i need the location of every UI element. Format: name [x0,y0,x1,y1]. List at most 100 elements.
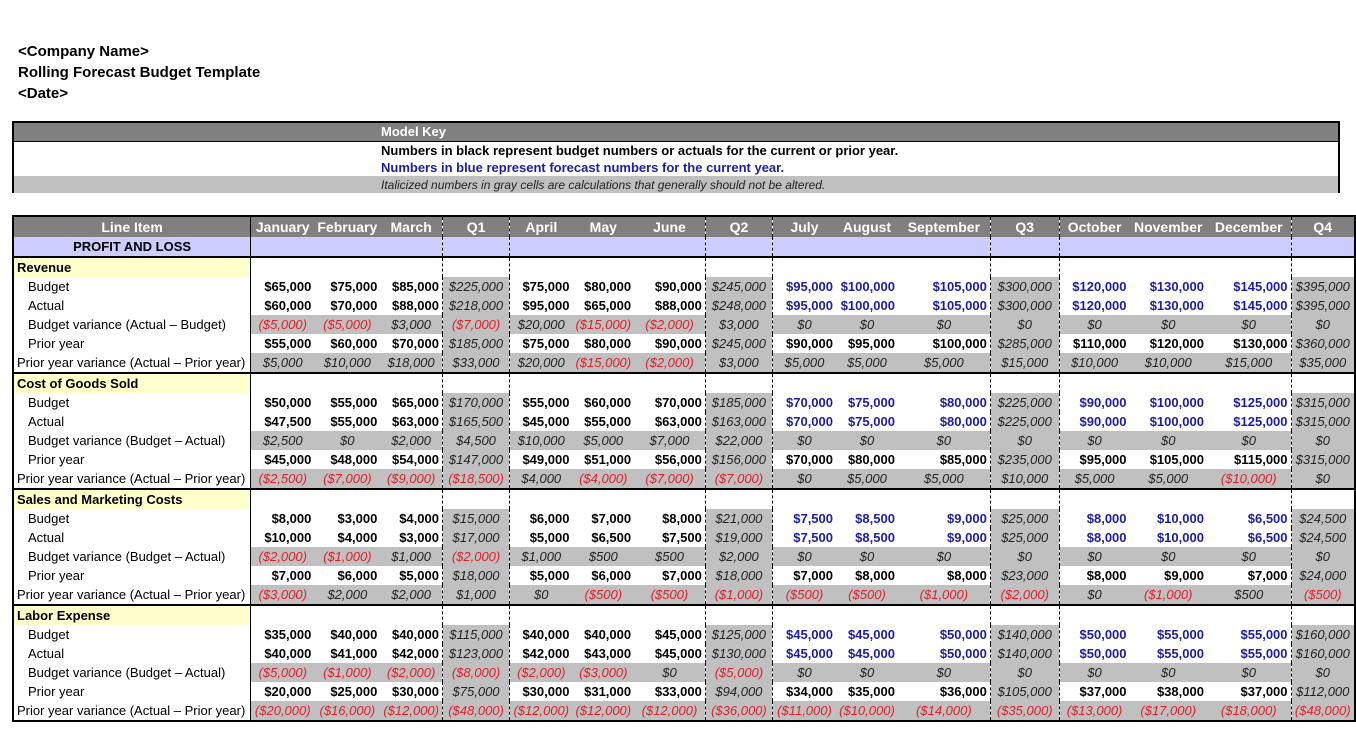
cell[interactable] [380,256,443,277]
value-cell[interactable]: $130,000 [704,644,773,663]
value-cell[interactable]: $0 [836,547,898,566]
value-cell[interactable]: $7,000 [251,566,315,585]
cell[interactable] [1206,488,1292,509]
value-cell[interactable]: $95,000 [836,334,898,353]
cell[interactable] [509,604,573,625]
value-cell[interactable]: $500 [1206,585,1292,605]
value-cell[interactable]: $42,000 [509,644,573,663]
cell[interactable] [771,372,836,393]
value-cell[interactable]: $315,000 [1290,412,1355,431]
value-cell[interactable]: ($48,000) [1290,701,1355,721]
value-cell[interactable]: $70,000 [634,393,705,412]
value-cell[interactable]: $0 [771,547,836,566]
cell[interactable] [250,256,315,277]
cell[interactable] [1129,256,1207,277]
value-cell[interactable]: $63,000 [380,412,442,431]
value-cell[interactable]: $0 [897,431,991,450]
value-cell[interactable]: $8,000 [1058,509,1130,528]
value-cell[interactable]: $8,000 [1058,528,1130,547]
value-cell[interactable]: $37,000 [1058,682,1130,701]
value-cell[interactable]: $5,000 [572,431,635,450]
value-cell[interactable]: $33,000 [634,682,705,701]
value-cell[interactable]: $36,000 [898,682,990,701]
value-cell[interactable]: $5,000 [250,353,315,373]
value-cell[interactable]: $8,000 [251,509,315,528]
value-cell[interactable]: $40,000 [380,625,442,644]
value-cell[interactable]: $40,000 [251,644,315,663]
value-cell[interactable]: $2,500 [250,431,315,450]
cell[interactable] [1206,604,1292,625]
value-cell[interactable]: $45,000 [634,625,705,644]
value-cell[interactable]: $5,000 [897,353,991,373]
value-cell[interactable]: $35,000 [251,625,315,644]
value-cell[interactable]: ($5,000) [314,315,381,334]
value-cell[interactable]: $54,000 [380,450,442,469]
value-cell[interactable]: $37,000 [1207,682,1291,701]
value-cell[interactable]: $140,000 [989,644,1060,663]
value-cell[interactable]: $3,000 [380,315,443,334]
value-cell[interactable]: $10,000 [989,469,1060,489]
value-cell[interactable]: $3,000 [380,528,442,547]
value-cell[interactable]: $7,500 [771,509,836,528]
value-cell[interactable]: $75,000 [836,393,898,412]
value-cell[interactable]: $5,000 [509,566,573,585]
value-cell[interactable]: $10,000 [314,353,381,373]
value-cell[interactable]: $4,000 [509,469,573,489]
value-cell[interactable]: $185,000 [704,393,773,412]
value-cell[interactable]: $55,000 [1130,644,1207,663]
cell[interactable] [897,604,991,625]
value-cell[interactable]: ($2,000) [441,547,510,566]
value-cell[interactable]: $45,000 [771,625,836,644]
value-cell[interactable]: $185,000 [441,334,510,353]
value-cell[interactable]: ($17,000) [1129,701,1207,721]
value-cell[interactable]: $2,000 [314,585,381,605]
value-cell[interactable]: ($18,500) [441,469,510,489]
value-cell[interactable]: $0 [314,431,381,450]
cell[interactable] [634,256,706,277]
value-cell[interactable]: $5,000 [771,353,836,373]
value-cell[interactable]: $18,000 [441,566,510,585]
cell[interactable] [836,372,898,393]
value-cell[interactable]: ($5,000) [250,315,315,334]
cell[interactable] [509,372,573,393]
value-cell[interactable]: ($2,000) [250,547,315,566]
value-cell[interactable]: $60,000 [251,296,315,315]
value-cell[interactable]: $0 [771,469,836,489]
value-cell[interactable]: $56,000 [634,450,705,469]
cell[interactable] [704,604,773,625]
value-cell[interactable]: $8,000 [836,566,898,585]
value-cell[interactable]: $8,000 [634,509,705,528]
value-cell[interactable]: $300,000 [989,296,1060,315]
value-cell[interactable]: $1,000 [380,547,443,566]
value-cell[interactable]: $130,000 [1130,296,1207,315]
value-cell[interactable]: $125,000 [1207,412,1291,431]
value-cell[interactable]: $90,000 [634,277,705,296]
cell[interactable] [441,604,510,625]
value-cell[interactable]: ($500) [572,585,635,605]
cell[interactable] [1129,237,1207,257]
value-cell[interactable]: $225,000 [441,277,510,296]
cell[interactable] [1058,604,1130,625]
value-cell[interactable]: $0 [1290,663,1355,682]
value-cell[interactable]: $20,000 [251,682,315,701]
value-cell[interactable]: $105,000 [1130,450,1207,469]
value-cell[interactable]: $0 [836,431,898,450]
value-cell[interactable]: $50,000 [251,393,315,412]
value-cell[interactable]: $8,500 [836,509,898,528]
value-cell[interactable]: $6,000 [572,566,634,585]
value-cell[interactable]: ($12,000) [572,701,635,721]
value-cell[interactable]: $145,000 [1207,296,1291,315]
value-cell[interactable]: $6,500 [1207,509,1291,528]
value-cell[interactable]: $10,000 [1130,509,1207,528]
value-cell[interactable]: $30,000 [509,682,573,701]
value-cell[interactable]: $7,000 [634,566,705,585]
cell[interactable] [314,256,381,277]
value-cell[interactable]: $94,000 [704,682,773,701]
value-cell[interactable]: $17,000 [441,528,510,547]
value-cell[interactable]: $3,000 [704,353,773,373]
value-cell[interactable]: $0 [1129,547,1207,566]
value-cell[interactable]: $95,000 [1058,450,1130,469]
value-cell[interactable]: $55,000 [509,393,573,412]
cell[interactable] [250,372,315,393]
value-cell[interactable]: $160,000 [1290,644,1355,663]
